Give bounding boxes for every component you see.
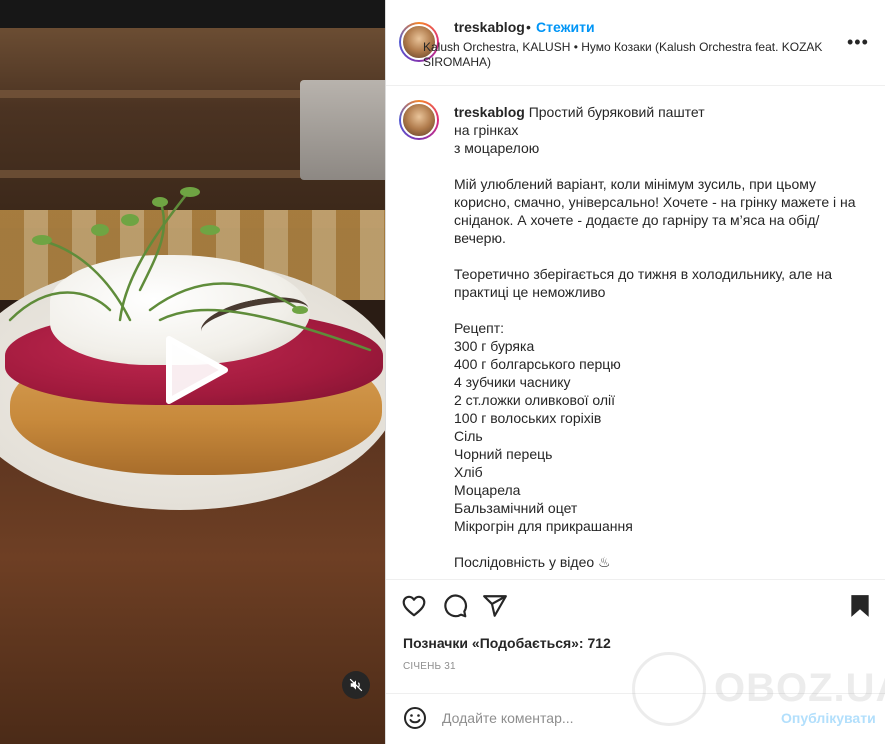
post-date[interactable]: СІЧЕНЬ 31 bbox=[403, 661, 456, 672]
bookmark-icon[interactable] bbox=[847, 593, 873, 619]
instagram-post-modal: treskablog • Стежити Kalush Orchestra, K… bbox=[0, 0, 885, 744]
follow-button[interactable]: Стежити bbox=[536, 19, 595, 35]
emoji-icon[interactable] bbox=[403, 706, 427, 730]
separator-dot: • bbox=[526, 19, 531, 35]
mute-icon bbox=[349, 678, 363, 692]
avatar[interactable] bbox=[399, 100, 439, 140]
caption: treskablog Простий буряковий паштет на г… bbox=[454, 103, 864, 571]
publish-button[interactable]: Опублікувати bbox=[781, 710, 876, 726]
video-player[interactable] bbox=[0, 0, 385, 744]
mute-button[interactable] bbox=[342, 671, 370, 699]
comment-icon[interactable] bbox=[442, 593, 468, 619]
author-username[interactable]: treskablog bbox=[454, 19, 525, 35]
caption-text: Простий буряковий паштет на грінках з мо… bbox=[454, 104, 856, 570]
share-icon[interactable] bbox=[482, 593, 508, 619]
comment-composer: Опублікувати bbox=[386, 693, 885, 744]
like-count[interactable]: Позначки «Подобається»: 712 bbox=[403, 635, 611, 651]
play-icon[interactable] bbox=[163, 335, 229, 405]
caption-username[interactable]: treskablog bbox=[454, 104, 525, 120]
post-details-panel: treskablog • Стежити Kalush Orchestra, K… bbox=[385, 0, 885, 744]
background-appliance bbox=[300, 80, 385, 180]
caption-scroll-area[interactable]: treskablog Простий буряковий паштет на г… bbox=[386, 87, 885, 579]
audio-attribution[interactable]: Kalush Orchestra, KALUSH • Нумо Козаки (… bbox=[423, 40, 843, 70]
heart-icon[interactable] bbox=[401, 593, 427, 619]
post-header: treskablog • Стежити Kalush Orchestra, K… bbox=[386, 0, 885, 86]
more-icon[interactable]: ••• bbox=[847, 32, 869, 52]
comment-input[interactable] bbox=[442, 710, 762, 726]
video-letterbox bbox=[0, 0, 385, 28]
